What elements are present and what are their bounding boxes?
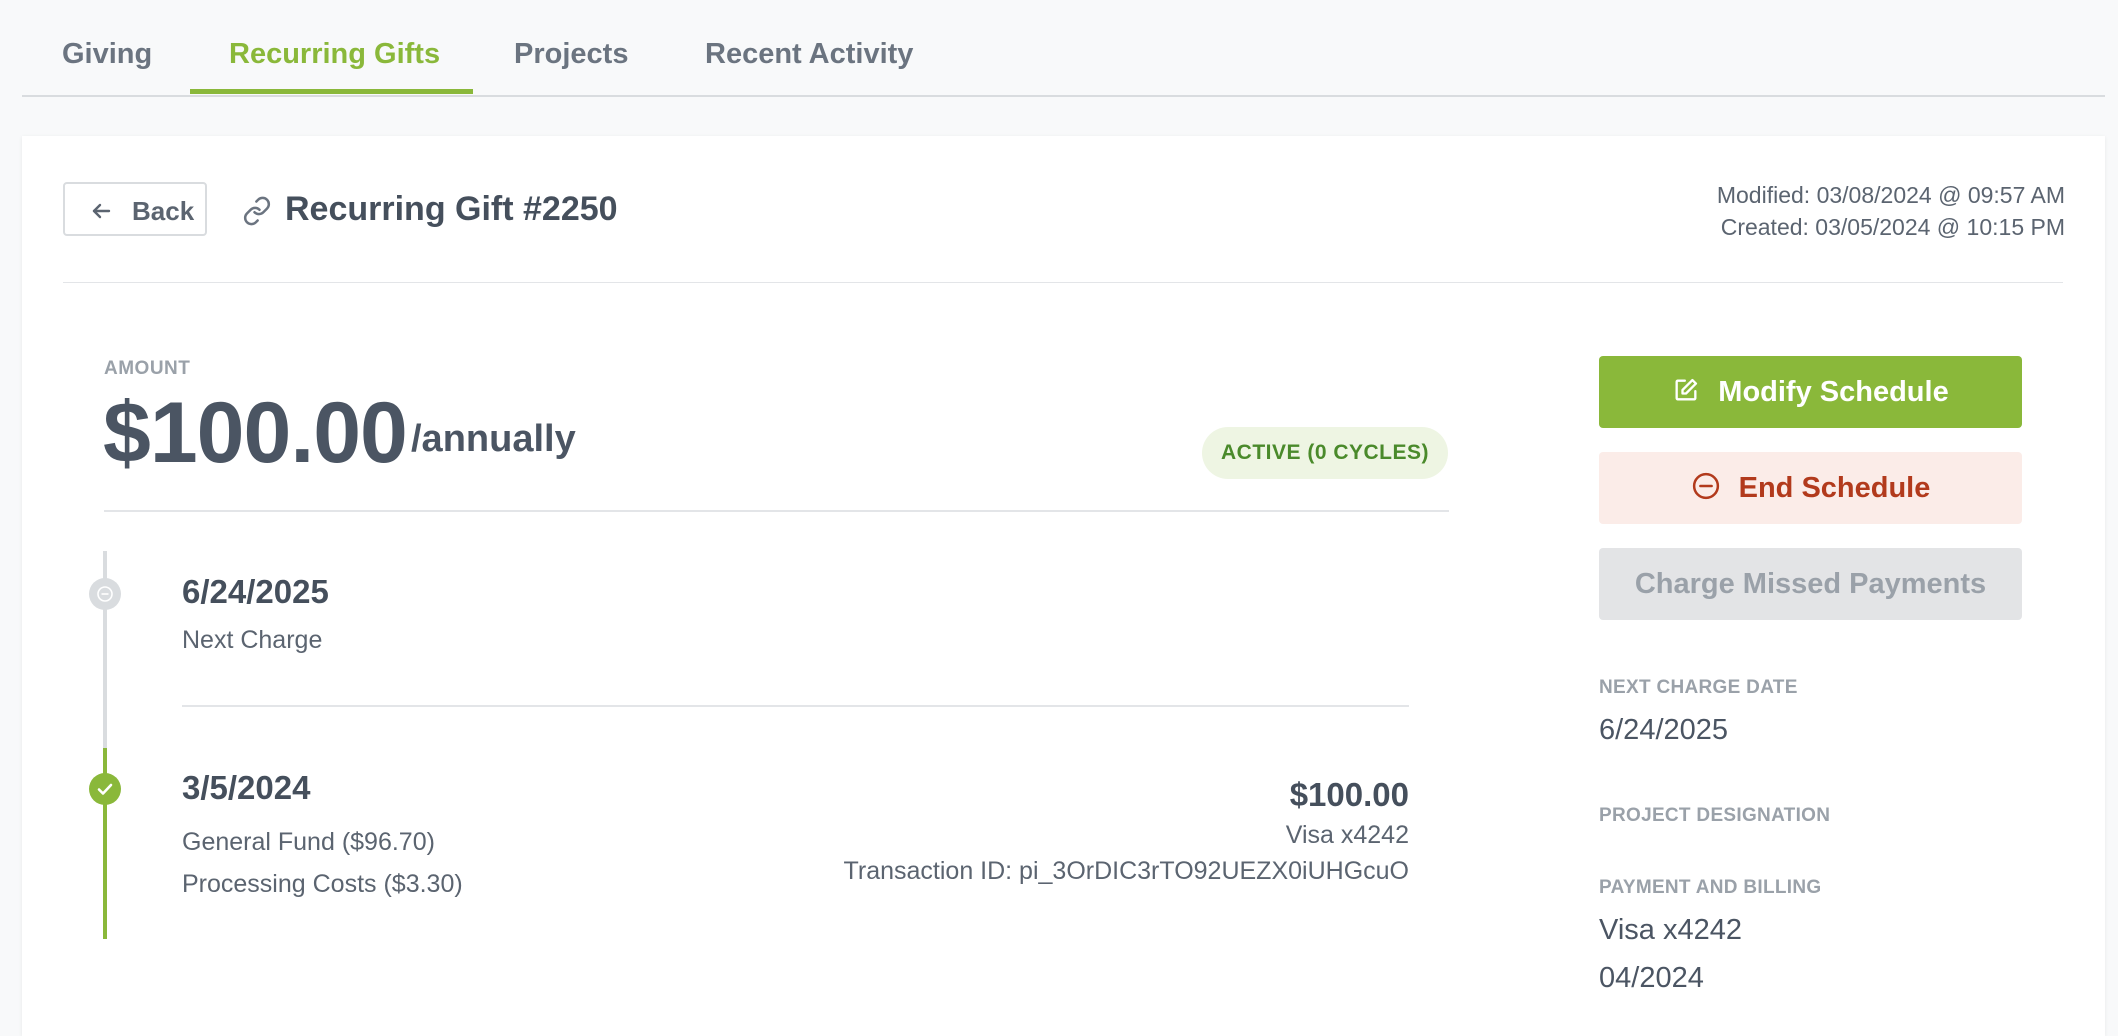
back-button[interactable]: Back (63, 182, 207, 236)
modified-timestamp: Modified: 03/08/2024 @ 09:57 AM (1716, 182, 2065, 208)
minus-circle-icon (1692, 473, 1719, 500)
timeline-divider (182, 705, 1409, 707)
tab-bar: Giving Recurring Gifts Projects Recent A… (22, 0, 2105, 97)
tab-recurring-gifts[interactable]: Recurring Gifts (229, 38, 440, 71)
page-title: Recurring Gift #2250 (285, 190, 618, 228)
payment-expiry-value: 04/2024 (1599, 962, 1704, 994)
payment-card-value: Visa x4242 (1599, 914, 1742, 946)
amount-label: AMOUNT (104, 358, 191, 379)
link-icon (243, 196, 271, 226)
next-charge-label: Next Charge (182, 626, 323, 654)
edit-icon (1675, 379, 1698, 401)
check-circle-icon (89, 773, 121, 805)
amount-value: $100.00 (103, 385, 408, 481)
charge-missed-payments-button[interactable]: Charge Missed Payments (1599, 548, 2022, 620)
end-schedule-button[interactable]: End Schedule (1599, 452, 2022, 524)
payment-card: Visa x4242 (1285, 821, 1409, 849)
header-divider (63, 282, 2063, 283)
recurring-gift-card: Back Recurring Gift #2250 Modified: 03/0… (22, 136, 2105, 1036)
next-charge-date: 6/24/2025 (182, 573, 329, 610)
next-charge-date-value: 6/24/2025 (1599, 714, 1729, 746)
modify-schedule-button[interactable]: Modify Schedule (1599, 356, 2022, 428)
back-button-label: Back (132, 196, 195, 226)
active-tab-indicator (190, 89, 473, 94)
tab-recent-activity[interactable]: Recent Activity (705, 38, 913, 71)
tab-giving[interactable]: Giving (62, 38, 152, 71)
arrow-left-icon (92, 203, 111, 219)
processing-costs-line: Processing Costs ($3.30) (182, 870, 463, 898)
amount-divider (104, 510, 1449, 512)
modify-schedule-label: Modify Schedule (1718, 376, 1949, 408)
amount-period: /annually (411, 418, 576, 460)
gift-timestamps: Modified: 03/08/2024 @ 09:57 AM Created:… (1717, 179, 2065, 243)
transaction-id: Transaction ID: pi_3OrDIC3rTO92UEZX0iUHG… (843, 857, 1409, 885)
status-badge: ACTIVE (0 CYCLES) (1202, 427, 1448, 479)
end-schedule-label: End Schedule (1738, 472, 1931, 504)
payment-date: 3/5/2024 (182, 769, 311, 806)
fund-allocation-line: General Fund ($96.70) (182, 828, 435, 856)
next-charge-date-label: NEXT CHARGE DATE (1599, 677, 1798, 698)
project-designation-label: PROJECT DESIGNATION (1599, 805, 1831, 826)
tab-projects[interactable]: Projects (514, 38, 628, 71)
created-timestamp: Created: 03/05/2024 @ 10:15 PM (1720, 214, 2065, 240)
payment-amount: $100.00 (1289, 776, 1409, 813)
pending-circle-icon (89, 578, 121, 610)
payment-billing-label: PAYMENT AND BILLING (1599, 877, 1822, 898)
